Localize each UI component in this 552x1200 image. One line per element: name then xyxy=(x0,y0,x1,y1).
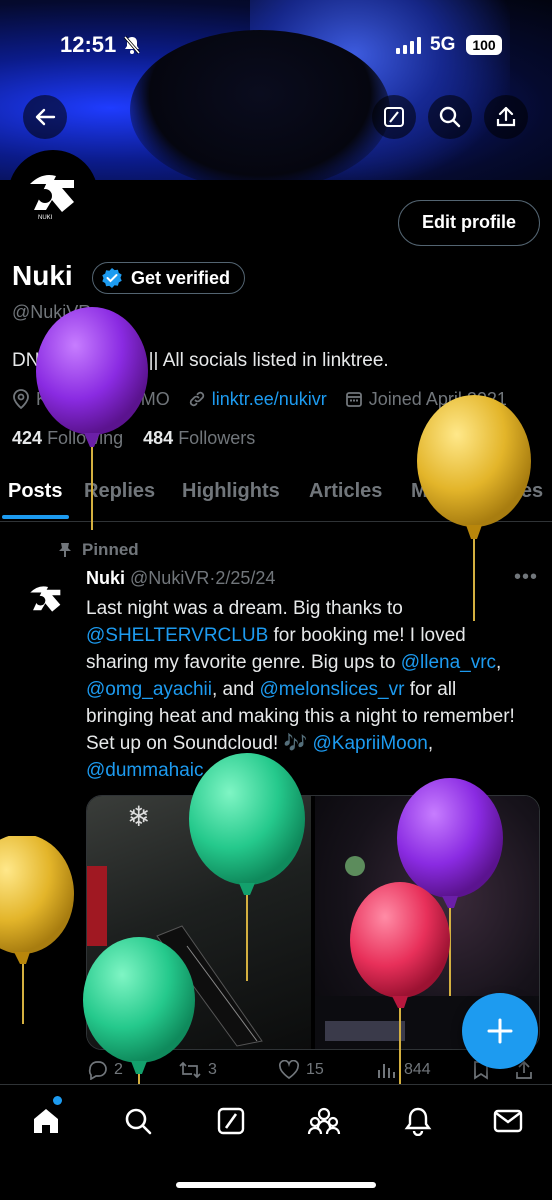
back-arrow-icon xyxy=(35,108,56,126)
calendar-icon xyxy=(345,392,362,407)
plus-icon xyxy=(487,1018,513,1044)
post-text-part: , xyxy=(427,733,434,754)
nav-communities[interactable] xyxy=(306,1103,342,1139)
grok-icon xyxy=(384,107,404,127)
yellow-balloon-2 xyxy=(0,836,74,1024)
nav-search[interactable] xyxy=(120,1103,156,1139)
link-icon xyxy=(189,391,204,407)
followers-link[interactable]: 484 Followers xyxy=(143,428,255,448)
communities-icon xyxy=(307,1107,341,1135)
verified-badge-icon xyxy=(102,268,122,288)
svg-text:❄: ❄ xyxy=(127,801,150,832)
like-button[interactable]: 15 xyxy=(278,1060,324,1080)
pin-icon xyxy=(59,543,71,557)
edit-profile-button[interactable]: Edit profile xyxy=(398,200,540,246)
home-indicator xyxy=(176,1182,376,1188)
mention-link[interactable]: @llena_vrc xyxy=(401,652,496,673)
search-icon xyxy=(125,1108,152,1135)
red-balloon xyxy=(350,882,450,1086)
signal-icon xyxy=(396,36,421,54)
mention-link[interactable]: @melonslices_vr xyxy=(260,679,405,700)
back-button[interactable] xyxy=(23,95,67,139)
post-text-part: , xyxy=(496,652,502,673)
get-verified-button[interactable]: Get verified xyxy=(92,262,246,294)
nav-home[interactable] xyxy=(28,1103,64,1139)
battery-indicator: 100 xyxy=(466,35,502,55)
home-notification-dot xyxy=(53,1096,62,1105)
share-icon xyxy=(496,106,516,127)
mention-link[interactable]: @KapriiMoon xyxy=(312,733,427,754)
compose-button[interactable] xyxy=(462,993,538,1069)
tab-articles[interactable]: Articles xyxy=(309,480,382,503)
repost-count: 3 xyxy=(208,1061,217,1078)
nuki-logo-icon: NUKI xyxy=(12,154,94,236)
network-type: 5G xyxy=(430,34,456,55)
nav-notifications[interactable] xyxy=(400,1103,436,1139)
post-date: 2/25/24 xyxy=(215,568,276,588)
post-author[interactable]: Nuki xyxy=(86,568,125,588)
svg-text:NUKI: NUKI xyxy=(38,215,53,221)
post-text-part: , and xyxy=(211,679,260,700)
pinned-indicator: Pinned xyxy=(58,540,139,560)
yellow-balloon xyxy=(417,395,531,621)
home-icon xyxy=(34,1109,58,1133)
like-count: 15 xyxy=(306,1061,324,1078)
pinned-label: Pinned xyxy=(82,540,139,559)
nav-grok[interactable] xyxy=(213,1103,249,1139)
profile-banner[interactable] xyxy=(0,0,552,180)
post-handle: @NukiVR xyxy=(130,568,210,588)
search-button[interactable] xyxy=(428,95,472,139)
tab-highlights[interactable]: Highlights xyxy=(182,480,280,503)
green-balloon xyxy=(189,753,305,981)
mail-icon xyxy=(493,1109,523,1133)
search-icon xyxy=(439,106,461,128)
profile-link[interactable]: linktr.ee/nukivr xyxy=(212,389,327,410)
purple-balloon xyxy=(36,307,148,530)
grok-icon xyxy=(217,1107,245,1135)
followers-label: Followers xyxy=(178,428,256,448)
post-header: Nuki @NukiVR·2/25/24 xyxy=(86,568,275,589)
mention-link[interactable]: @omg_ayachii xyxy=(86,679,212,700)
mention-link[interactable]: @SHELTERVRCLUB xyxy=(86,625,268,646)
bell-icon xyxy=(404,1107,432,1136)
nuki-logo-icon xyxy=(18,572,74,628)
get-verified-label: Get verified xyxy=(131,267,231,288)
location-icon xyxy=(13,389,29,409)
status-bar: 12:51 5G 100 xyxy=(0,30,552,64)
post-text-part: Last night was a dream. Big thanks to xyxy=(86,598,403,619)
profile-name: Nuki xyxy=(12,260,73,291)
nav-messages[interactable] xyxy=(490,1103,526,1139)
heart-icon xyxy=(278,1060,300,1080)
profile-avatar[interactable]: NUKI xyxy=(8,150,98,240)
silent-bell-icon xyxy=(123,36,141,59)
share-button[interactable] xyxy=(484,95,528,139)
status-time: 12:51 xyxy=(60,32,117,57)
grok-button[interactable] xyxy=(372,95,416,139)
post-avatar[interactable] xyxy=(18,572,74,628)
mention-link[interactable]: @dummahaic xyxy=(86,760,204,781)
green-balloon-2 xyxy=(83,937,195,1086)
